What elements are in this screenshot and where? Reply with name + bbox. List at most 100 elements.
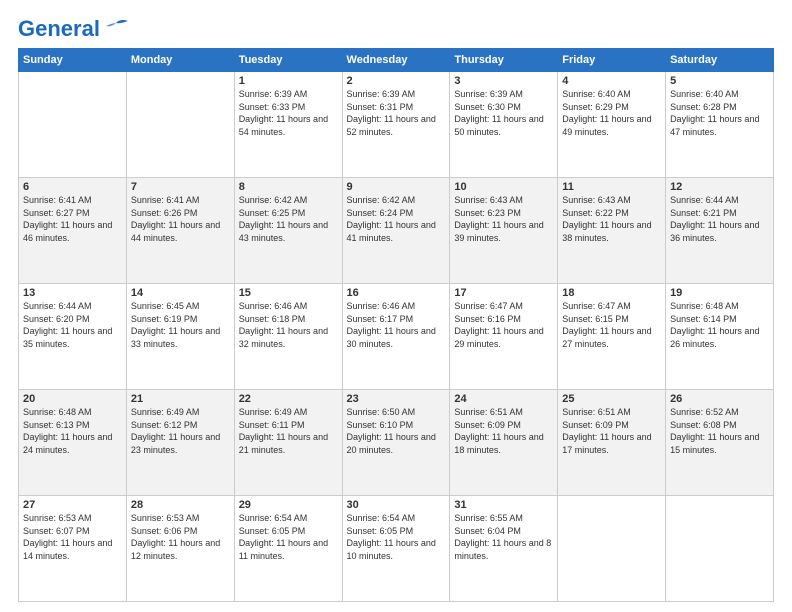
calendar-cell: 28Sunrise: 6:53 AMSunset: 6:06 PMDayligh… xyxy=(126,496,234,602)
weekday-header-sunday: Sunday xyxy=(19,49,127,72)
week-row-3: 13Sunrise: 6:44 AMSunset: 6:20 PMDayligh… xyxy=(19,284,774,390)
day-info: Sunrise: 6:48 AMSunset: 6:13 PMDaylight:… xyxy=(23,406,122,456)
day-number: 23 xyxy=(347,393,446,405)
day-number: 15 xyxy=(239,287,338,299)
calendar-cell: 13Sunrise: 6:44 AMSunset: 6:20 PMDayligh… xyxy=(19,284,127,390)
day-info: Sunrise: 6:54 AMSunset: 6:05 PMDaylight:… xyxy=(239,512,338,562)
day-number: 11 xyxy=(562,181,661,193)
calendar-cell: 29Sunrise: 6:54 AMSunset: 6:05 PMDayligh… xyxy=(234,496,342,602)
weekday-header-wednesday: Wednesday xyxy=(342,49,450,72)
day-number: 22 xyxy=(239,393,338,405)
calendar-cell: 2Sunrise: 6:39 AMSunset: 6:31 PMDaylight… xyxy=(342,72,450,178)
week-row-4: 20Sunrise: 6:48 AMSunset: 6:13 PMDayligh… xyxy=(19,390,774,496)
day-number: 8 xyxy=(239,181,338,193)
calendar-cell: 19Sunrise: 6:48 AMSunset: 6:14 PMDayligh… xyxy=(666,284,774,390)
day-number: 17 xyxy=(454,287,553,299)
calendar-cell xyxy=(558,496,666,602)
day-info: Sunrise: 6:46 AMSunset: 6:18 PMDaylight:… xyxy=(239,300,338,350)
day-info: Sunrise: 6:53 AMSunset: 6:06 PMDaylight:… xyxy=(131,512,230,562)
day-number: 27 xyxy=(23,499,122,511)
calendar-cell: 15Sunrise: 6:46 AMSunset: 6:18 PMDayligh… xyxy=(234,284,342,390)
calendar-cell: 27Sunrise: 6:53 AMSunset: 6:07 PMDayligh… xyxy=(19,496,127,602)
day-number: 3 xyxy=(454,75,553,87)
day-number: 2 xyxy=(347,75,446,87)
calendar-cell: 12Sunrise: 6:44 AMSunset: 6:21 PMDayligh… xyxy=(666,178,774,284)
calendar-cell: 26Sunrise: 6:52 AMSunset: 6:08 PMDayligh… xyxy=(666,390,774,496)
calendar-cell: 7Sunrise: 6:41 AMSunset: 6:26 PMDaylight… xyxy=(126,178,234,284)
calendar-cell: 21Sunrise: 6:49 AMSunset: 6:12 PMDayligh… xyxy=(126,390,234,496)
calendar-cell: 5Sunrise: 6:40 AMSunset: 6:28 PMDaylight… xyxy=(666,72,774,178)
calendar-cell: 6Sunrise: 6:41 AMSunset: 6:27 PMDaylight… xyxy=(19,178,127,284)
calendar-cell xyxy=(666,496,774,602)
day-info: Sunrise: 6:40 AMSunset: 6:29 PMDaylight:… xyxy=(562,88,661,138)
day-info: Sunrise: 6:42 AMSunset: 6:25 PMDaylight:… xyxy=(239,194,338,244)
week-row-1: 1Sunrise: 6:39 AMSunset: 6:33 PMDaylight… xyxy=(19,72,774,178)
day-number: 9 xyxy=(347,181,446,193)
day-info: Sunrise: 6:55 AMSunset: 6:04 PMDaylight:… xyxy=(454,512,553,562)
day-info: Sunrise: 6:45 AMSunset: 6:19 PMDaylight:… xyxy=(131,300,230,350)
day-number: 24 xyxy=(454,393,553,405)
calendar-cell: 10Sunrise: 6:43 AMSunset: 6:23 PMDayligh… xyxy=(450,178,558,284)
calendar-cell: 31Sunrise: 6:55 AMSunset: 6:04 PMDayligh… xyxy=(450,496,558,602)
day-info: Sunrise: 6:47 AMSunset: 6:16 PMDaylight:… xyxy=(454,300,553,350)
day-info: Sunrise: 6:39 AMSunset: 6:30 PMDaylight:… xyxy=(454,88,553,138)
day-number: 31 xyxy=(454,499,553,511)
day-number: 25 xyxy=(562,393,661,405)
weekday-header-friday: Friday xyxy=(558,49,666,72)
day-info: Sunrise: 6:46 AMSunset: 6:17 PMDaylight:… xyxy=(347,300,446,350)
day-info: Sunrise: 6:53 AMSunset: 6:07 PMDaylight:… xyxy=(23,512,122,562)
calendar-cell: 20Sunrise: 6:48 AMSunset: 6:13 PMDayligh… xyxy=(19,390,127,496)
day-number: 30 xyxy=(347,499,446,511)
day-info: Sunrise: 6:49 AMSunset: 6:12 PMDaylight:… xyxy=(131,406,230,456)
calendar-cell: 14Sunrise: 6:45 AMSunset: 6:19 PMDayligh… xyxy=(126,284,234,390)
weekday-header-row: SundayMondayTuesdayWednesdayThursdayFrid… xyxy=(19,49,774,72)
weekday-header-tuesday: Tuesday xyxy=(234,49,342,72)
logo-text: General xyxy=(18,18,100,40)
day-info: Sunrise: 6:50 AMSunset: 6:10 PMDaylight:… xyxy=(347,406,446,456)
day-number: 29 xyxy=(239,499,338,511)
week-row-2: 6Sunrise: 6:41 AMSunset: 6:27 PMDaylight… xyxy=(19,178,774,284)
day-info: Sunrise: 6:41 AMSunset: 6:27 PMDaylight:… xyxy=(23,194,122,244)
day-info: Sunrise: 6:54 AMSunset: 6:05 PMDaylight:… xyxy=(347,512,446,562)
day-number: 20 xyxy=(23,393,122,405)
week-row-5: 27Sunrise: 6:53 AMSunset: 6:07 PMDayligh… xyxy=(19,496,774,602)
day-info: Sunrise: 6:39 AMSunset: 6:31 PMDaylight:… xyxy=(347,88,446,138)
day-number: 26 xyxy=(670,393,769,405)
day-info: Sunrise: 6:41 AMSunset: 6:26 PMDaylight:… xyxy=(131,194,230,244)
day-info: Sunrise: 6:43 AMSunset: 6:23 PMDaylight:… xyxy=(454,194,553,244)
day-number: 19 xyxy=(670,287,769,299)
day-number: 7 xyxy=(131,181,230,193)
day-info: Sunrise: 6:51 AMSunset: 6:09 PMDaylight:… xyxy=(454,406,553,456)
calendar-cell: 30Sunrise: 6:54 AMSunset: 6:05 PMDayligh… xyxy=(342,496,450,602)
day-number: 21 xyxy=(131,393,230,405)
day-info: Sunrise: 6:43 AMSunset: 6:22 PMDaylight:… xyxy=(562,194,661,244)
calendar-cell: 11Sunrise: 6:43 AMSunset: 6:22 PMDayligh… xyxy=(558,178,666,284)
day-number: 13 xyxy=(23,287,122,299)
day-number: 16 xyxy=(347,287,446,299)
calendar-cell: 1Sunrise: 6:39 AMSunset: 6:33 PMDaylight… xyxy=(234,72,342,178)
calendar-cell: 25Sunrise: 6:51 AMSunset: 6:09 PMDayligh… xyxy=(558,390,666,496)
calendar-cell: 4Sunrise: 6:40 AMSunset: 6:29 PMDaylight… xyxy=(558,72,666,178)
calendar-cell: 16Sunrise: 6:46 AMSunset: 6:17 PMDayligh… xyxy=(342,284,450,390)
day-number: 5 xyxy=(670,75,769,87)
logo: General xyxy=(18,18,130,38)
day-info: Sunrise: 6:48 AMSunset: 6:14 PMDaylight:… xyxy=(670,300,769,350)
day-number: 28 xyxy=(131,499,230,511)
day-info: Sunrise: 6:51 AMSunset: 6:09 PMDaylight:… xyxy=(562,406,661,456)
calendar-cell: 8Sunrise: 6:42 AMSunset: 6:25 PMDaylight… xyxy=(234,178,342,284)
calendar-cell: 23Sunrise: 6:50 AMSunset: 6:10 PMDayligh… xyxy=(342,390,450,496)
calendar-cell: 9Sunrise: 6:42 AMSunset: 6:24 PMDaylight… xyxy=(342,178,450,284)
logo-bird-icon xyxy=(102,19,130,39)
day-number: 12 xyxy=(670,181,769,193)
header: General xyxy=(18,18,774,38)
weekday-header-saturday: Saturday xyxy=(666,49,774,72)
day-number: 1 xyxy=(239,75,338,87)
day-number: 4 xyxy=(562,75,661,87)
day-info: Sunrise: 6:40 AMSunset: 6:28 PMDaylight:… xyxy=(670,88,769,138)
day-number: 18 xyxy=(562,287,661,299)
weekday-header-thursday: Thursday xyxy=(450,49,558,72)
calendar-cell xyxy=(19,72,127,178)
day-number: 14 xyxy=(131,287,230,299)
day-info: Sunrise: 6:44 AMSunset: 6:20 PMDaylight:… xyxy=(23,300,122,350)
day-info: Sunrise: 6:44 AMSunset: 6:21 PMDaylight:… xyxy=(670,194,769,244)
